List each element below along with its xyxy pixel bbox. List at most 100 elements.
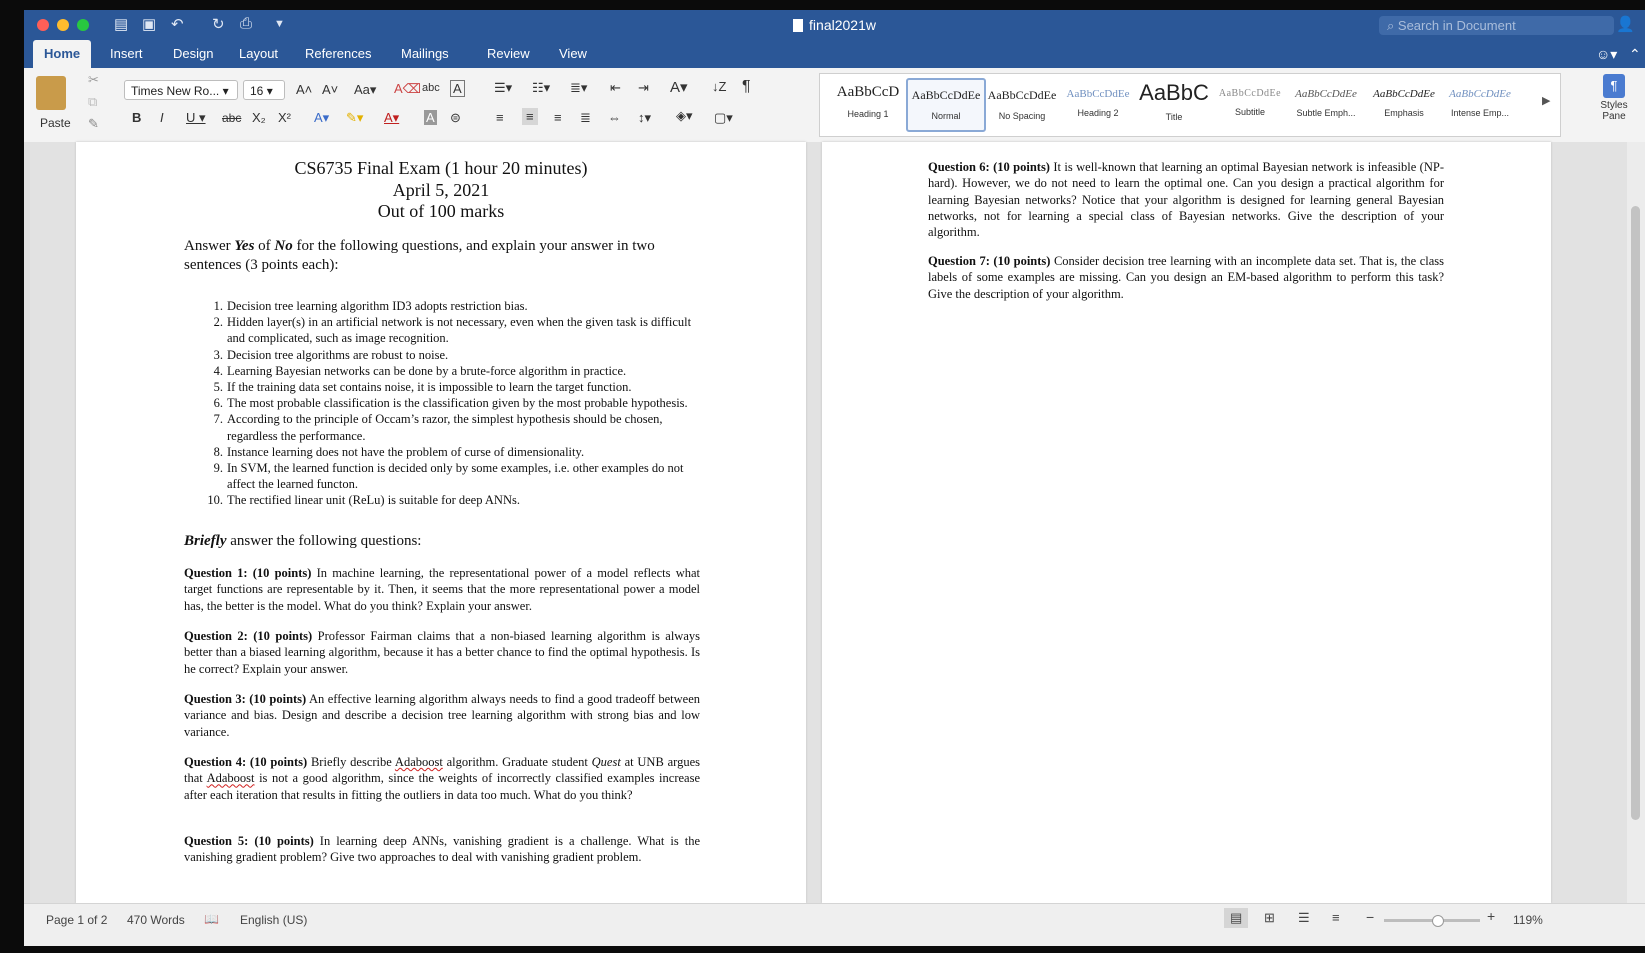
styles-more-arrow-icon[interactable]: ▶ — [1542, 94, 1550, 107]
distributed-icon[interactable]: ⇔ — [608, 110, 621, 125]
draft-view-icon[interactable]: ≡ — [1332, 910, 1340, 925]
format-painter-icon[interactable]: ✎ — [88, 116, 99, 132]
feedback-smiley-icon[interactable]: ☺▾ — [1596, 46, 1617, 63]
style-intense-emphasis[interactable]: AaBbCcDdEe Intense Emp... — [1442, 80, 1518, 130]
zoom-in-icon[interactable]: + — [1487, 908, 1495, 924]
list-item: 6. The most probable classification is th… — [184, 395, 694, 411]
tab-view[interactable]: View — [548, 40, 598, 68]
word-count[interactable]: 470 Words — [127, 913, 185, 927]
search-placeholder: Search in Document — [1397, 18, 1516, 33]
scrollbar-thumb[interactable] — [1631, 206, 1640, 820]
phonetic-guide-icon[interactable]: abc — [422, 82, 440, 94]
page-count[interactable]: Page 1 of 2 — [46, 913, 107, 927]
bullets-icon[interactable]: ☰▾ — [494, 80, 512, 96]
list-number: 5. — [213, 380, 223, 395]
grow-font-icon[interactable]: A˄ — [296, 82, 312, 97]
style-heading-2[interactable]: AaBbCcDdEe Heading 2 — [1060, 80, 1136, 130]
italic-button[interactable]: I — [160, 110, 164, 125]
zoom-level[interactable]: 119% — [1513, 913, 1543, 927]
word-window: ▤ ▣ ↶ ↻ ⎙ ▼ final2021w ⌕ Search in Docum… — [24, 10, 1645, 946]
misspelled-word[interactable]: Adaboost — [395, 755, 443, 769]
styles-pane-button[interactable]: ¶ Styles Pane — [1596, 74, 1632, 122]
style-no-spacing[interactable]: AaBbCcDdEe No Spacing — [984, 80, 1060, 130]
highlight-color-icon[interactable]: ✎▾ — [346, 110, 363, 126]
style-subtle-emphasis[interactable]: AaBbCcDdEe Subtle Emph... — [1288, 80, 1364, 130]
collapse-ribbon-icon[interactable]: ⌃ — [1629, 46, 1641, 63]
true-false-question-list: 1. Decision tree learning algorithm ID3 a… — [184, 298, 694, 509]
language-indicator[interactable]: English (US) — [240, 913, 307, 927]
style-normal[interactable]: AaBbCcDdEe Normal — [906, 78, 986, 132]
tab-references[interactable]: References — [294, 40, 382, 68]
cut-icon[interactable]: ✂ — [88, 72, 99, 88]
subscript-button[interactable]: X₂ — [252, 110, 266, 125]
font-color-icon[interactable]: A▾ — [384, 110, 399, 126]
align-right-icon[interactable]: ≡ — [554, 110, 562, 125]
list-item-text: The most probable classification is the … — [227, 396, 688, 411]
multilevel-list-icon[interactable]: ≣▾ — [570, 80, 587, 96]
borders-icon[interactable]: ▢▾ — [714, 110, 733, 126]
sort-icon[interactable]: ↓Z — [712, 79, 726, 94]
zoom-slider-thumb[interactable] — [1431, 915, 1444, 927]
document-file-icon — [793, 19, 804, 32]
decrease-indent-icon[interactable]: ⇤ — [610, 80, 621, 96]
share-user-icon[interactable]: 👤 — [1616, 15, 1635, 33]
style-preview: AaBbC — [1139, 80, 1209, 105]
zoom-out-icon[interactable]: − — [1366, 909, 1374, 925]
underline-button[interactable]: U ▾ — [186, 110, 206, 126]
outline-view-icon[interactable]: ☰ — [1298, 910, 1310, 926]
search-input[interactable]: ⌕ Search in Document — [1379, 16, 1614, 35]
increase-indent-icon[interactable]: ⇥ — [638, 80, 649, 96]
justify-icon[interactable]: ≣ — [580, 110, 591, 126]
copy-icon[interactable]: ⧉ — [88, 94, 97, 110]
character-border-icon[interactable]: A — [450, 80, 465, 97]
superscript-button[interactable]: X² — [278, 110, 291, 125]
style-preview: AaBbCcDdEe — [1449, 88, 1511, 100]
clear-formatting-icon[interactable]: A⌫ — [394, 81, 421, 97]
proofing-icon[interactable]: 📖 — [204, 912, 219, 926]
tab-home[interactable]: Home — [33, 40, 92, 68]
show-formatting-icon[interactable]: ¶ — [742, 78, 751, 96]
title-bar: ▤ ▣ ↶ ↻ ⎙ ▼ final2021w ⌕ Search in Docum… — [24, 10, 1645, 40]
character-shading-icon[interactable]: A — [424, 110, 437, 125]
tab-review[interactable]: Review — [476, 40, 541, 68]
zoom-slider[interactable] — [1384, 915, 1480, 927]
briefly-heading: Briefly answer the following questions: — [184, 533, 421, 550]
bold-button[interactable]: B — [132, 110, 141, 125]
style-name: Title — [1165, 112, 1183, 122]
style-subtitle[interactable]: AaBbCcDdEe Subtitle — [1212, 80, 1288, 130]
list-number: 3. — [213, 347, 223, 362]
vertical-scrollbar[interactable] — [1627, 142, 1645, 903]
tab-mailings[interactable]: Mailings — [390, 40, 460, 68]
question-label: Question 1: (10 points) — [184, 566, 312, 580]
print-layout-view-icon[interactable]: ▤ — [1224, 908, 1249, 928]
enclose-characters-icon[interactable]: ⊜ — [450, 110, 461, 126]
page-2[interactable]: Question 6: (10 points) It is well-known… — [822, 142, 1551, 903]
style-heading-1[interactable]: AaBbCcD Heading 1 — [830, 80, 906, 130]
strikethrough-button[interactable]: abc — [222, 111, 241, 125]
tab-design[interactable]: Design — [162, 40, 224, 68]
tab-layout[interactable]: Layout — [228, 40, 289, 68]
text-effects-icon[interactable]: A▾ — [314, 110, 329, 126]
paste-button[interactable]: Paste — [40, 116, 71, 130]
question-label: Question 4: (10 points) — [184, 755, 308, 769]
tab-insert[interactable]: Insert — [99, 40, 154, 68]
text-direction-icon[interactable]: A▾ — [670, 78, 688, 96]
font-name-select[interactable]: Times New Ro... ▾ — [124, 80, 238, 100]
numbering-icon[interactable]: ☷▾ — [532, 80, 550, 96]
line-spacing-icon[interactable]: ↕▾ — [638, 110, 651, 126]
shrink-font-icon[interactable]: A˅ — [322, 82, 338, 97]
document-title-text: final2021w — [809, 17, 876, 33]
style-title[interactable]: AaBbC Title — [1136, 80, 1212, 130]
page-1[interactable]: CS6735 Final Exam (1 hour 20 minutes) Ap… — [76, 142, 806, 903]
font-size-select[interactable]: 16 ▾ — [243, 80, 285, 100]
change-case-icon[interactable]: Aa▾ — [354, 82, 376, 98]
align-center-icon[interactable]: ≡ — [522, 108, 538, 125]
document-canvas[interactable]: CS6735 Final Exam (1 hour 20 minutes) Ap… — [24, 142, 1645, 903]
shading-icon[interactable]: ◈▾ — [676, 108, 693, 124]
style-emphasis[interactable]: AaBbCcDdEe Emphasis — [1366, 80, 1442, 130]
align-left-icon[interactable]: ≡ — [496, 110, 504, 125]
misspelled-word[interactable]: Adaboost — [207, 771, 255, 785]
question-4: Question 4: (10 points) Briefly describe… — [184, 754, 700, 803]
web-layout-view-icon[interactable]: ⊞ — [1264, 910, 1275, 926]
paste-clipboard-icon[interactable] — [36, 76, 66, 110]
